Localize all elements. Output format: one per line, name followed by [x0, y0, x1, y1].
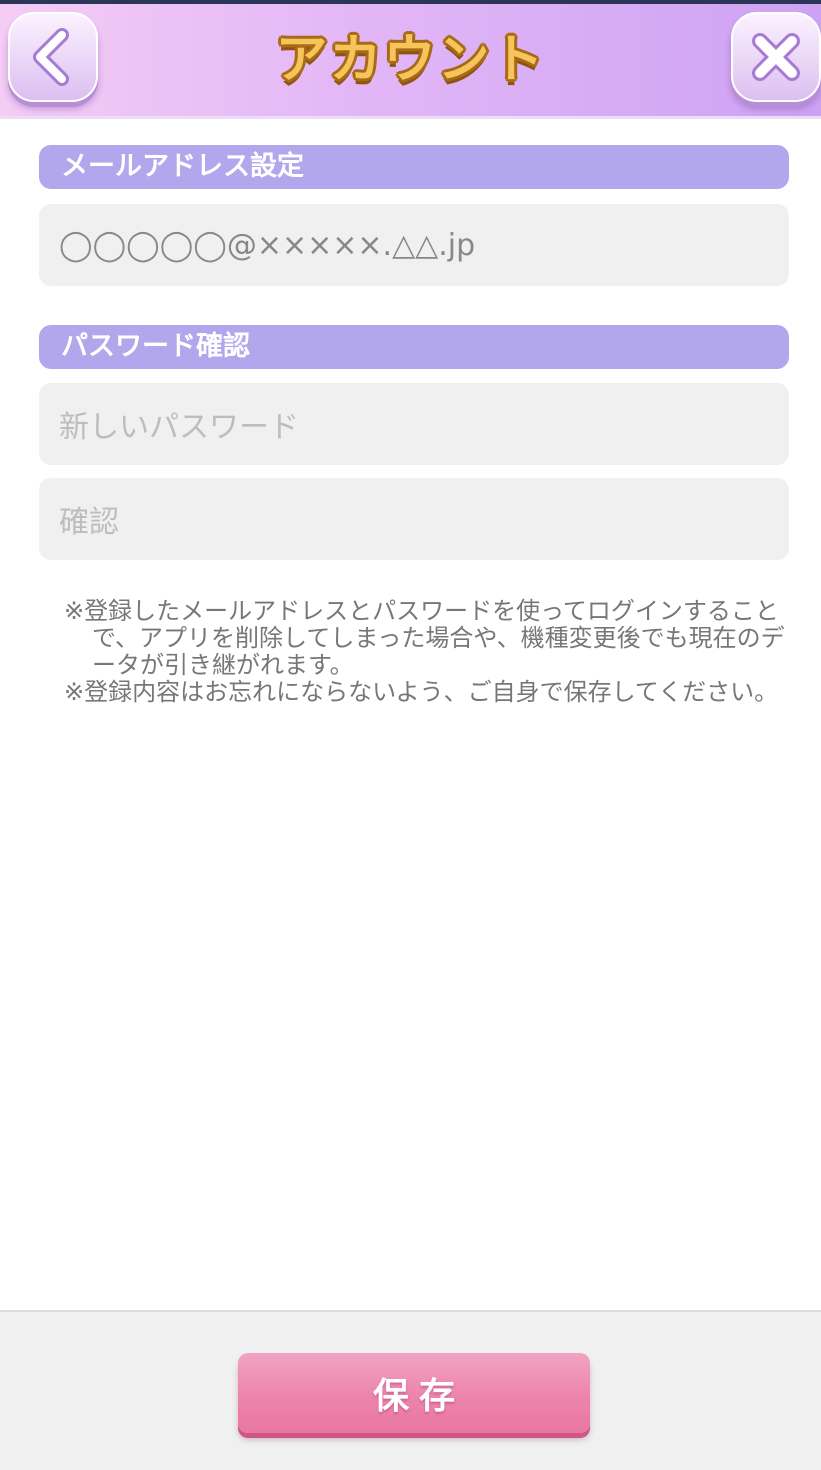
close-icon [752, 33, 800, 81]
close-button[interactable] [731, 12, 821, 102]
confirm-password-field[interactable]: 確認 [39, 478, 789, 560]
email-section-label: メールアドレス設定 [39, 145, 789, 189]
header-bar: アカウント [0, 4, 821, 119]
page-title: アカウント [275, 30, 546, 90]
notes: ※登録したメールアドレスとパスワードを使ってログインすることで、アプリを削除して… [64, 598, 794, 706]
new-password-field[interactable]: 新しいパスワード [39, 383, 789, 465]
save-button[interactable]: 保存 [238, 1353, 590, 1433]
chevron-left-icon [33, 28, 69, 86]
email-field-value: ◯◯◯◯◯@×××××.△△.jp [59, 227, 476, 263]
back-button[interactable] [8, 12, 98, 102]
password-section-label: パスワード確認 [39, 325, 789, 369]
note-login-info: ※登録したメールアドレスとパスワードを使ってログインすることで、アプリを削除して… [64, 597, 785, 679]
email-field[interactable]: ◯◯◯◯◯@×××××.△△.jp [39, 204, 789, 286]
new-password-placeholder: 新しいパスワード [59, 410, 299, 445]
note-save-reminder: ※登録内容はお忘れにならないよう、ご自身で保存してください。 [64, 678, 779, 706]
confirm-password-placeholder: 確認 [59, 505, 119, 540]
